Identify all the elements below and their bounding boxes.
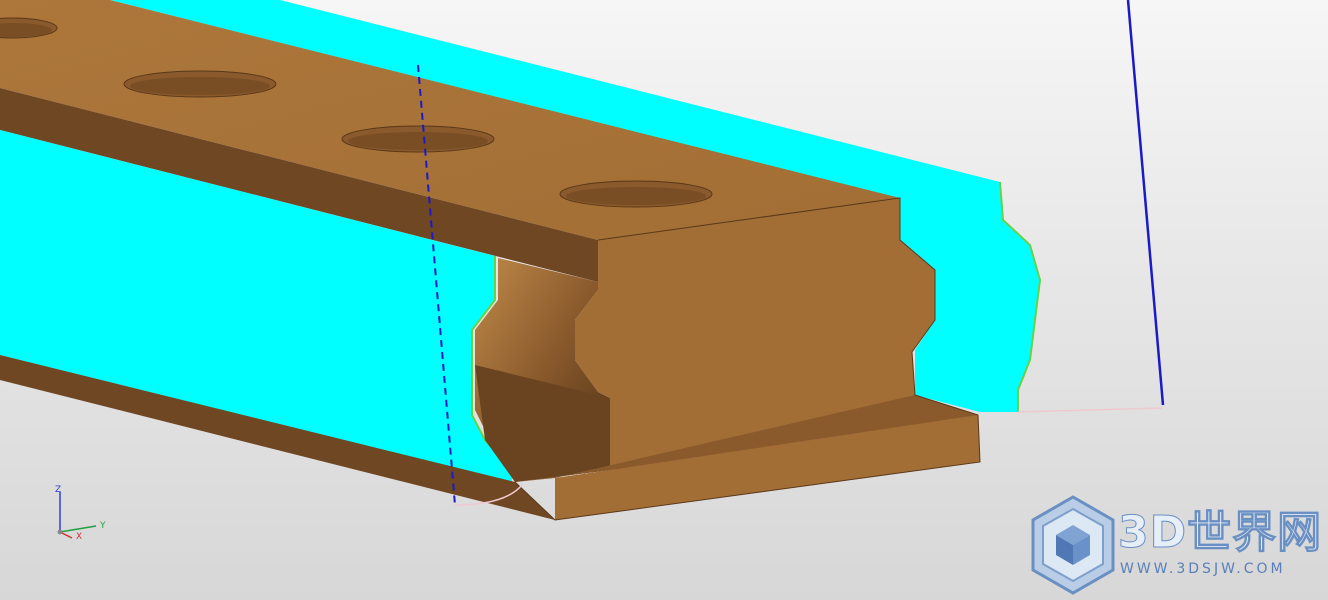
watermark: 3D世界网 WWW.3DSJW.COM — [1028, 495, 1328, 600]
view-triad[interactable]: Z Y X — [40, 480, 130, 550]
triad-origin — [57, 529, 63, 535]
y-axis-label: Y — [100, 521, 106, 531]
watermark-url: WWW.3DSJW.COM — [1120, 561, 1286, 577]
z-axis-label: Z — [55, 485, 62, 495]
cad-viewport[interactable]: Z Y X 3D世界网 WWW.3DSJW.COM — [0, 0, 1328, 600]
section-plane-bottom-edge — [1017, 407, 1163, 413]
x-axis-label: X — [76, 532, 83, 542]
datum-axis-line — [1126, 0, 1165, 406]
triad-axes — [57, 492, 97, 539]
cube-hexagon-logo-icon — [1031, 495, 1115, 595]
watermark-brand: 3D世界网 — [1117, 507, 1323, 558]
